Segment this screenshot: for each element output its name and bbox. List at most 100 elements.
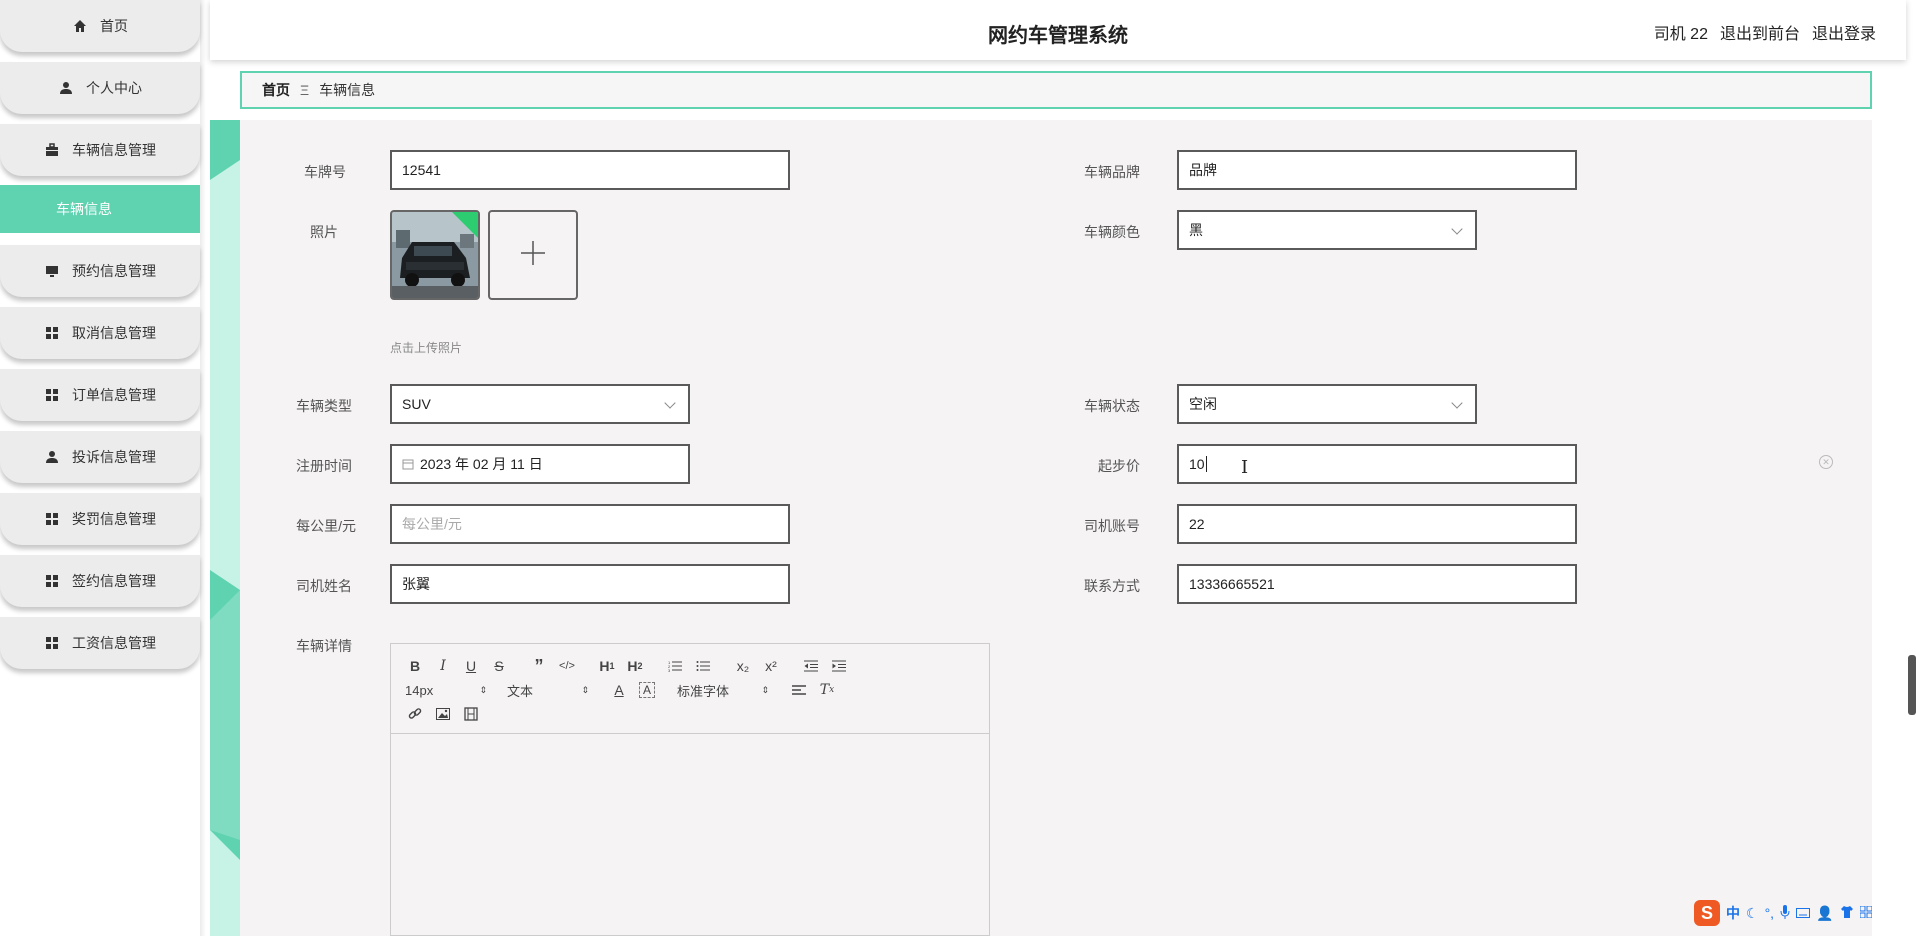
svg-text:3: 3 <box>668 668 671 672</box>
sidebar-item-vehicle-info[interactable]: 车辆信息 <box>0 185 200 233</box>
back-to-front-link[interactable]: 退出到前台 <box>1720 20 1800 44</box>
per-km-input[interactable]: 每公里/元 <box>390 504 790 544</box>
briefcase-icon <box>44 142 60 158</box>
ime-language[interactable]: 中 <box>1726 903 1740 923</box>
grid-icon <box>44 325 60 341</box>
monitor-icon <box>44 263 60 279</box>
font-size-value: 14px <box>405 682 434 698</box>
underline-button[interactable]: U <box>457 654 485 678</box>
ordered-list-icon[interactable]: 123 <box>661 654 689 678</box>
block-format-select[interactable]: 文本 ⇕ <box>503 681 593 700</box>
text-caret <box>1205 456 1207 472</box>
moon-icon[interactable]: ☾ <box>1746 905 1759 922</box>
brand-label: 车辆品牌 <box>1084 164 1140 180</box>
outdent-icon[interactable] <box>797 654 825 678</box>
status-label: 车辆状态 <box>1084 398 1140 414</box>
driver-name-label: 司机姓名 <box>296 578 352 594</box>
updown-icon: ⇕ <box>761 684 769 695</box>
video-icon[interactable] <box>457 702 485 726</box>
sidebar-item-vehicle-management[interactable]: 车辆信息管理 <box>0 124 200 176</box>
start-price-value: 10 <box>1189 456 1205 472</box>
type-select[interactable]: SUV <box>390 384 690 424</box>
brand-input[interactable]: 品牌 <box>1177 150 1577 190</box>
background-color-button[interactable]: A <box>639 682 655 698</box>
sidebar-item-label: 签约信息管理 <box>72 573 156 589</box>
reg-time-value: 2023 年 02 月 11 日 <box>420 456 543 472</box>
user-icon[interactable]: 👤 <box>1816 905 1833 922</box>
bold-button[interactable]: B <box>401 654 429 678</box>
bullet-list-icon[interactable] <box>689 654 717 678</box>
current-user: 司机 22 <box>1653 26 1708 43</box>
indent-icon[interactable] <box>825 654 853 678</box>
font-family-value: 标准字体 <box>677 683 730 699</box>
vehicle-photo[interactable] <box>390 210 480 300</box>
sidebar-item-contracts[interactable]: 签约信息管理 <box>0 555 200 607</box>
updown-icon: ⇕ <box>581 684 589 695</box>
sidebar-item-reservation[interactable]: 预约信息管理 <box>0 245 200 297</box>
status-select[interactable]: 空闲 <box>1177 384 1477 424</box>
heading2-button[interactable]: H2 <box>621 654 649 678</box>
sidebar-item-profile[interactable]: 个人中心 <box>0 62 200 114</box>
rich-text-editor: B I U S ” </> H1 H2 123 x₂ x² 14px ⇕ 文本 … <box>390 643 990 936</box>
block-format-value: 文本 <box>507 683 534 699</box>
sidebar-item-cancel[interactable]: 取消信息管理 <box>0 307 200 359</box>
driver-account-label: 司机账号 <box>1084 518 1140 534</box>
grid-icon[interactable] <box>1859 905 1872 921</box>
italic-button[interactable]: I <box>429 654 457 678</box>
sidebar-item-label: 个人中心 <box>86 80 142 96</box>
strikethrough-button[interactable]: S <box>485 654 513 678</box>
clear-icon[interactable]: ✕ <box>1819 455 1833 469</box>
color-label: 车辆颜色 <box>1084 224 1140 240</box>
sidebar-item-label: 工资信息管理 <box>72 635 156 651</box>
driver-name-input[interactable]: 张翼 <box>390 564 790 604</box>
quote-button[interactable]: ” <box>525 654 553 678</box>
link-icon[interactable] <box>401 702 429 726</box>
sidebar: 首页 个人中心 车辆信息管理 车辆信息 预约信息管理 取消信息管理 订单信息管理 <box>0 0 200 936</box>
upload-photo-button[interactable] <box>488 210 578 300</box>
sidebar-item-label: 预约信息管理 <box>72 263 156 279</box>
plate-label: 车牌号 <box>304 164 346 180</box>
sogou-logo-icon[interactable]: S <box>1694 900 1720 926</box>
start-price-input[interactable]: 10 <box>1177 444 1577 484</box>
heading1-button[interactable]: H1 <box>593 654 621 678</box>
reg-time-label: 注册时间 <box>296 458 352 474</box>
contact-label: 联系方式 <box>1084 578 1140 594</box>
font-size-select[interactable]: 14px ⇕ <box>401 683 491 698</box>
ime-toolbar: S 中 ☾ °, 👤 <box>1694 900 1872 926</box>
sidebar-item-label: 订单信息管理 <box>72 387 156 403</box>
sidebar-item-rewards[interactable]: 奖罚信息管理 <box>0 493 200 545</box>
superscript-button[interactable]: x² <box>757 654 785 678</box>
sidebar-item-orders[interactable]: 订单信息管理 <box>0 369 200 421</box>
breadcrumb-home[interactable]: 首页 <box>262 80 290 100</box>
sidebar-shadow <box>200 0 206 936</box>
sidebar-item-complaints[interactable]: 投诉信息管理 <box>0 431 200 483</box>
grid-icon <box>44 635 60 651</box>
contact-input[interactable]: 13336665521 <box>1177 564 1577 604</box>
clear-format-button[interactable]: Tx <box>813 678 841 702</box>
upload-hint: 点击上传照片 <box>390 341 463 355</box>
microphone-icon[interactable] <box>1780 904 1790 922</box>
sidebar-item-home[interactable]: 首页 <box>0 0 200 52</box>
breadcrumb: 首页 Ξ 车辆信息 <box>240 71 1872 109</box>
font-color-button[interactable]: A <box>605 678 633 702</box>
align-icon[interactable] <box>785 678 813 702</box>
grid-icon <box>44 387 60 403</box>
keyboard-icon[interactable] <box>1796 905 1811 921</box>
image-icon[interactable] <box>429 702 457 726</box>
subscript-button[interactable]: x₂ <box>729 654 757 678</box>
plate-input[interactable]: 12541 <box>390 150 790 190</box>
logout-link[interactable]: 退出登录 <box>1812 20 1876 44</box>
reg-time-input[interactable]: 2023 年 02 月 11 日 <box>390 444 690 484</box>
driver-account-input[interactable]: 22 <box>1177 504 1577 544</box>
type-label: 车辆类型 <box>296 398 352 414</box>
color-select[interactable]: 黑 <box>1177 210 1477 250</box>
punctuation-icon[interactable]: °, <box>1765 905 1775 921</box>
detail-label: 车辆详情 <box>296 638 352 654</box>
skin-shirt-icon[interactable] <box>1840 905 1854 921</box>
header-actions: 司机 22 退出到前台 退出登录 <box>1654 20 1876 44</box>
font-family-select[interactable]: 标准字体 ⇕ <box>673 681 773 700</box>
code-button[interactable]: </> <box>553 654 581 678</box>
sidebar-item-salary[interactable]: 工资信息管理 <box>0 617 200 669</box>
page-scrollbar[interactable] <box>1908 655 1916 715</box>
editor-content-area[interactable] <box>391 734 989 934</box>
